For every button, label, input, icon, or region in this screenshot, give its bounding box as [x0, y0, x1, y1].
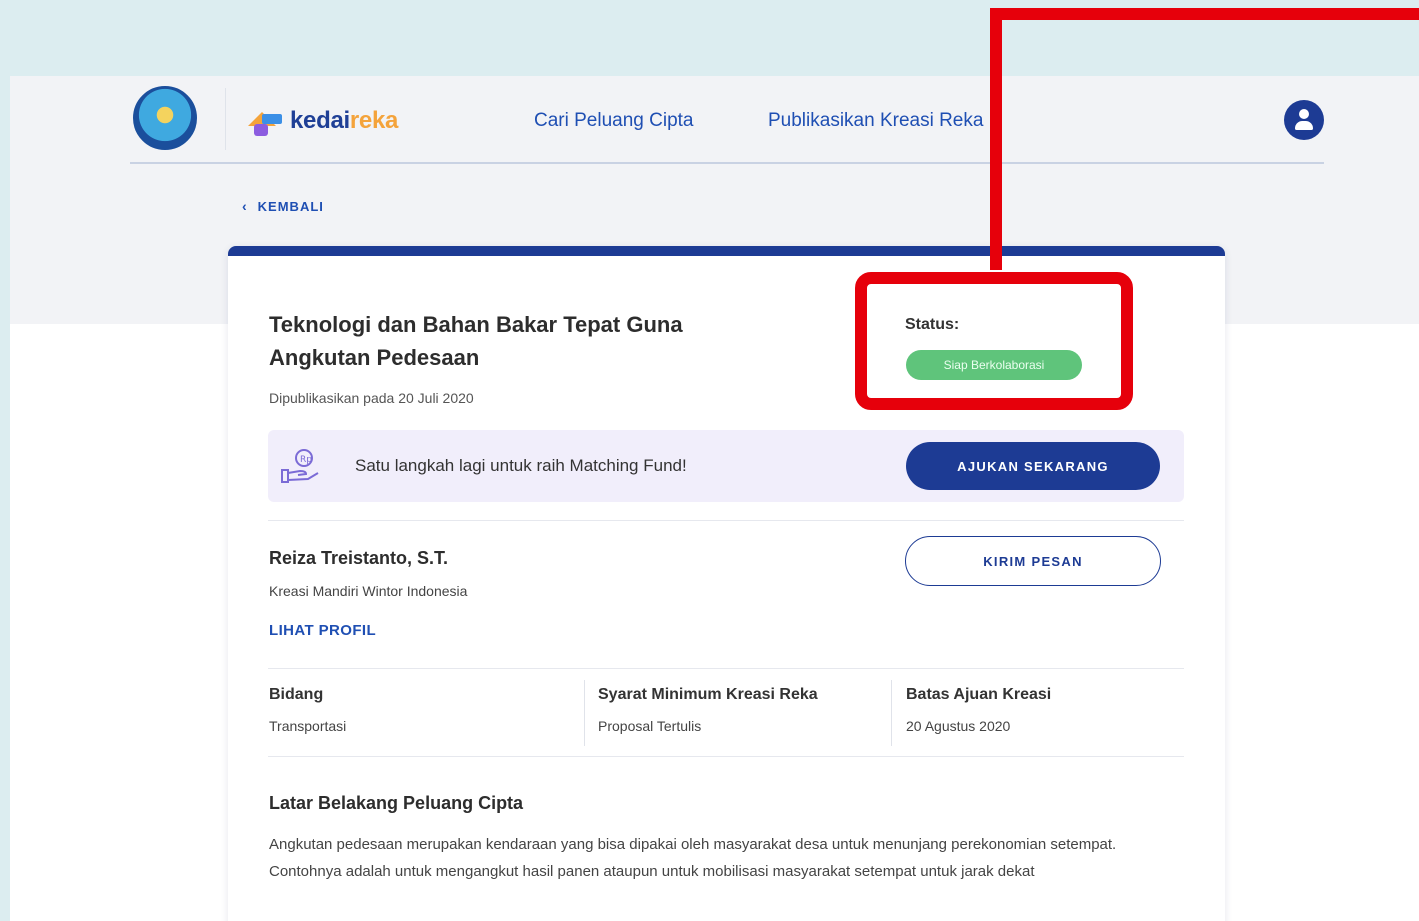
- nav-link-publikasikan-kreasi-reka[interactable]: Publikasikan Kreasi Reka: [768, 110, 1000, 132]
- back-label: KEMBALI: [257, 198, 324, 214]
- owner-organization: Kreasi Mandiri Wintor Indonesia: [269, 583, 468, 599]
- info-batas-ajuan: Batas Ajuan Kreasi 20 Agustus 2020: [891, 680, 1191, 746]
- background-section-title: Latar Belakang Peluang Cipta: [269, 793, 524, 813]
- published-date: Dipublikasikan pada 20 Juli 2020: [269, 390, 474, 406]
- owner-name: Reiza Treistanto, S.T.: [269, 548, 449, 568]
- info-label: Syarat Minimum Kreasi Reka: [598, 686, 818, 703]
- info-value: Proposal Tertulis: [598, 718, 702, 734]
- status-label: Status:: [905, 316, 960, 333]
- info-syarat-minimum: Syarat Minimum Kreasi Reka Proposal Tert…: [584, 680, 884, 746]
- hand-coin-icon: Rp: [281, 449, 319, 483]
- ajukan-sekarang-button[interactable]: AJUKAN SEKARANG: [906, 442, 1160, 490]
- nav-divider: [225, 88, 226, 150]
- brand-name: kedaireka: [290, 107, 399, 134]
- divider: [268, 668, 1184, 669]
- status-badge: Siap Berkolaborasi: [906, 350, 1082, 380]
- navbar: kedaireka Cari Peluang Cipta Publikasika…: [130, 76, 1324, 164]
- banner-text: Satu langkah lagi untuk raih Matching Fu…: [355, 456, 687, 475]
- matching-fund-banner: Rp Satu langkah lagi untuk raih Matching…: [268, 430, 1184, 502]
- back-button[interactable]: ‹ KEMBALI: [242, 198, 324, 214]
- nav-link-cari-peluang-cipta[interactable]: Cari Peluang Cipta: [534, 110, 693, 132]
- opportunity-card: Teknologi dan Bahan Bakar Tepat Guna Ang…: [228, 246, 1225, 921]
- svg-text:Rp: Rp: [300, 455, 312, 465]
- info-bidang: Bidang Transportasi: [269, 680, 569, 746]
- chevron-left-icon: ‹: [242, 198, 248, 214]
- divider: [268, 520, 1184, 521]
- kedaireka-logo[interactable]: kedaireka: [248, 106, 398, 136]
- opportunity-title: Teknologi dan Bahan Bakar Tepat Guna Ang…: [269, 312, 683, 370]
- info-label: Bidang: [269, 686, 324, 703]
- government-emblem-logo: [133, 86, 197, 150]
- view-profile-link[interactable]: LIHAT PROFIL: [269, 622, 376, 639]
- kedaireka-mark-icon: [248, 106, 284, 136]
- info-value: 20 Agustus 2020: [906, 718, 1011, 734]
- background-section-body: Angkutan pedesaan merupakan kendaraan ya…: [269, 836, 1117, 880]
- divider: [268, 756, 1184, 757]
- user-avatar-icon[interactable]: [1284, 100, 1324, 140]
- info-label: Batas Ajuan Kreasi: [906, 686, 1052, 703]
- send-message-button[interactable]: KIRIM PESAN: [905, 536, 1161, 586]
- info-value: Transportasi: [269, 718, 347, 734]
- app-window: kedaireka Cari Peluang Cipta Publikasika…: [10, 76, 1419, 921]
